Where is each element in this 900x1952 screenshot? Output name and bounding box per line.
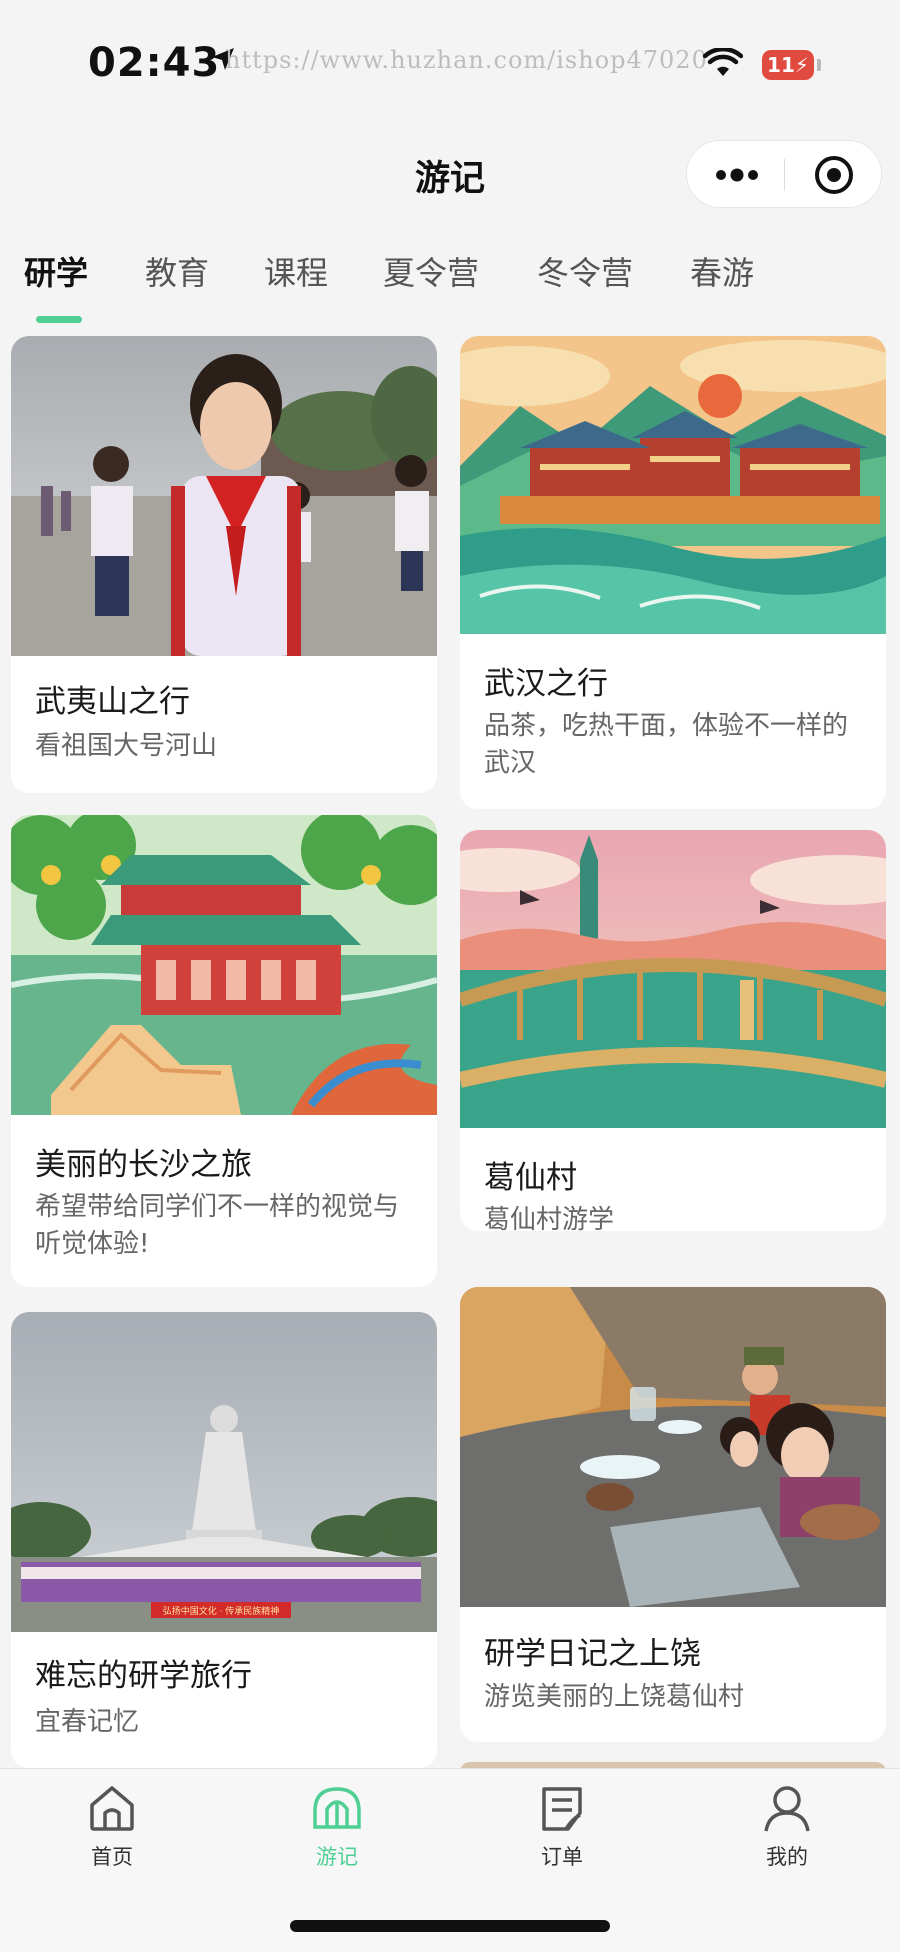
- home-icon: [90, 1786, 134, 1831]
- travel-card[interactable]: 美丽的长沙之旅 希望带给同学们不一样的视觉与听觉体验!: [11, 815, 437, 1287]
- travel-card[interactable]: 弘扬中国文化 · 传承民族精神 难忘的研学旅行 宜春记忆: [11, 1312, 437, 1768]
- active-tab-indicator: [36, 316, 82, 323]
- travel-notes-icon: [313, 1787, 361, 1829]
- battery-tip: [817, 59, 821, 71]
- card-photo: 弘扬中国文化 · 传承民族精神: [11, 1312, 437, 1632]
- card-photo: [11, 336, 437, 656]
- photo-banner-text: 弘扬中国文化 · 传承民族精神: [163, 1605, 280, 1617]
- card-description: 葛仙村游学: [484, 1205, 615, 1231]
- tabbar-profile[interactable]: 我的: [717, 1783, 857, 1871]
- tabbar-label: 首页: [91, 1845, 133, 1869]
- status-time: 02:43: [88, 40, 221, 86]
- order-icon: [542, 1787, 582, 1831]
- wifi-icon: [703, 48, 743, 76]
- home-indicator[interactable]: [290, 1920, 610, 1932]
- category-tabs: 研学 教育 课程 夏令营 冬令营 春游: [0, 248, 900, 328]
- card-title: 难忘的研学旅行: [35, 1658, 252, 1694]
- card-illustration: [11, 815, 437, 1115]
- tab-yanxue[interactable]: 研学: [24, 248, 88, 294]
- tabbar-label: 我的: [766, 1845, 808, 1869]
- tabbar-orders[interactable]: 订单: [492, 1783, 632, 1871]
- tabbar-home[interactable]: 首页: [42, 1783, 182, 1871]
- more-icon[interactable]: [715, 163, 759, 187]
- card-title: 美丽的长沙之旅: [35, 1147, 252, 1183]
- profile-icon: [764, 1786, 810, 1832]
- tab-jiaoyu[interactable]: 教育: [145, 248, 209, 294]
- card-title: 武夷山之行: [35, 684, 190, 720]
- tabbar-label: 游记: [316, 1845, 358, 1869]
- miniprogram-capsule: [686, 140, 882, 208]
- card-title: 研学日记之上饶: [484, 1636, 701, 1672]
- card-description: 品茶，吃热干面，体验不一样的武汉: [484, 711, 849, 778]
- battery-indicator: 11⚡: [762, 50, 814, 80]
- tabbar-label: 订单: [541, 1845, 583, 1869]
- tab-xialingying[interactable]: 夏令营: [383, 248, 479, 294]
- close-miniprogram-icon[interactable]: [813, 154, 855, 196]
- tabbar-travel-notes[interactable]: 游记: [267, 1783, 407, 1871]
- tab-kecheng[interactable]: 课程: [264, 248, 328, 294]
- card-description: 看祖国大号河山: [35, 731, 218, 761]
- card-description: 希望带给同学们不一样的视觉与听觉体验!: [35, 1192, 400, 1259]
- travel-card[interactable]: 葛仙村 葛仙村游学: [460, 830, 886, 1231]
- status-bar: 02:43 https://www.huzhan.com/ishop47020 …: [0, 0, 900, 120]
- card-description: 游览美丽的上饶葛仙村: [484, 1682, 745, 1712]
- card-description: 宜春记忆: [35, 1707, 140, 1737]
- card-illustration: [460, 336, 886, 634]
- travel-card[interactable]: 武汉之行 品茶，吃热干面，体验不一样的武汉: [460, 336, 886, 809]
- card-title: 葛仙村: [484, 1160, 577, 1196]
- battery-level: 11: [767, 53, 795, 77]
- capsule-divider: [784, 159, 785, 191]
- watermark-text: https://www.huzhan.com/ishop47020: [225, 46, 708, 74]
- tab-chunyou[interactable]: 春游: [690, 248, 754, 294]
- travel-card[interactable]: 研学日记之上饶 游览美丽的上饶葛仙村: [460, 1287, 886, 1742]
- tab-donglingying[interactable]: 冬令营: [537, 248, 633, 294]
- travel-card[interactable]: 武夷山之行 看祖国大号河山: [11, 336, 437, 793]
- card-photo: [460, 1287, 886, 1607]
- card-illustration: [460, 830, 886, 1128]
- card-title: 武汉之行: [484, 666, 608, 702]
